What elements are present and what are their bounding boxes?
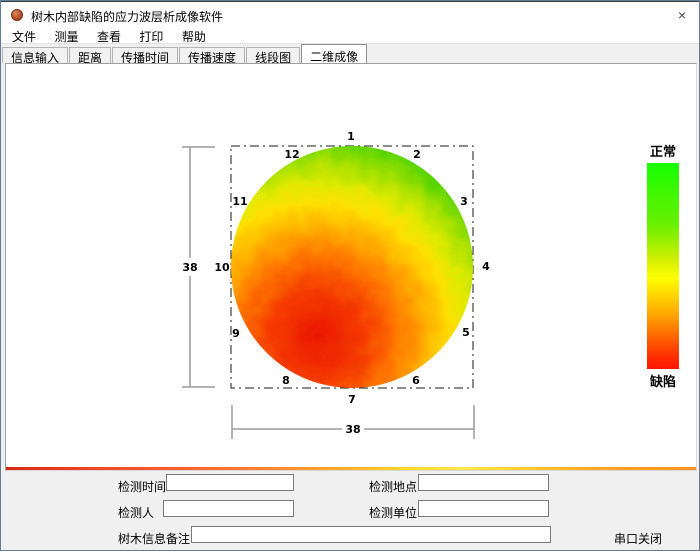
detect-person-label: 检测人 bbox=[118, 504, 154, 521]
tab-bar: 信息输入距离传播时间传播速度线段图二维成像 bbox=[1, 44, 699, 63]
sensor-label-10: 10 bbox=[214, 261, 230, 274]
tab-distance[interactable]: 距离 bbox=[69, 47, 111, 63]
app-icon bbox=[11, 9, 23, 21]
sensor-label-12: 12 bbox=[284, 148, 299, 161]
tomogram-disc bbox=[206, 121, 498, 413]
menu-bar: 文件 测量 查看 打印 帮助 bbox=[1, 27, 699, 44]
close-icon[interactable]: × bbox=[673, 6, 691, 24]
tomogram-svg: 1 2 3 4 5 6 7 8 9 10 11 12 38 bbox=[6, 64, 696, 467]
tab-propagation-time[interactable]: 传播时间 bbox=[112, 47, 178, 63]
sensor-label-9: 9 bbox=[232, 327, 240, 340]
legend-color-bar bbox=[647, 163, 679, 369]
sensor-label-11: 11 bbox=[232, 195, 247, 208]
sensor-label-2: 2 bbox=[413, 148, 421, 161]
sensor-label-1: 1 bbox=[347, 130, 355, 143]
detect-person-input[interactable] bbox=[163, 500, 294, 517]
window-title: 树木内部缺陷的应力波层析成像软件 bbox=[31, 8, 223, 25]
height-dimension-label: 38 bbox=[182, 261, 197, 274]
detect-time-input[interactable] bbox=[166, 474, 294, 491]
title-bar: 树木内部缺陷的应力波层析成像软件 × bbox=[1, 1, 699, 27]
tab-2d-imaging[interactable]: 二维成像 bbox=[301, 44, 367, 63]
sensor-label-6: 6 bbox=[412, 374, 420, 387]
detect-unit-label: 检测单位 bbox=[369, 504, 417, 521]
legend-defect-label: 缺陷 bbox=[649, 374, 676, 390]
sensor-label-8: 8 bbox=[282, 374, 290, 387]
detect-place-input[interactable] bbox=[418, 474, 549, 491]
imaging-canvas: 1 2 3 4 5 6 7 8 9 10 11 12 38 bbox=[5, 63, 697, 471]
sensor-label-5: 5 bbox=[462, 326, 470, 339]
sensor-label-7: 7 bbox=[348, 393, 356, 406]
detect-unit-input[interactable] bbox=[418, 500, 549, 517]
width-dimension-label: 38 bbox=[345, 423, 360, 436]
detect-time-label: 检测时间 bbox=[118, 478, 166, 495]
tab-info-input[interactable]: 信息输入 bbox=[2, 47, 68, 63]
app-window: 树木内部缺陷的应力波层析成像软件 × 文件 测量 查看 打印 帮助 信息输入距离… bbox=[0, 0, 700, 551]
legend-normal-label: 正常 bbox=[650, 144, 676, 160]
detect-place-label: 检测地点 bbox=[369, 478, 417, 495]
tree-note-label: 树木信息备注 bbox=[118, 530, 190, 547]
sensor-label-4: 4 bbox=[482, 260, 490, 273]
gradient-strip bbox=[6, 467, 696, 470]
tab-line-segment[interactable]: 线段图 bbox=[246, 47, 300, 63]
serial-port-status: 串口关闭 bbox=[614, 530, 662, 547]
tab-propagation-speed[interactable]: 传播速度 bbox=[179, 47, 245, 63]
sensor-label-3: 3 bbox=[460, 195, 468, 208]
tree-note-input[interactable] bbox=[191, 526, 551, 543]
